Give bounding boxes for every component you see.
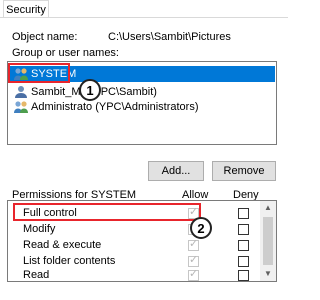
permission-label: Read & execute bbox=[23, 239, 102, 251]
user-item-label: Administrato (YPC\Administrators) bbox=[31, 101, 199, 113]
deny-checkbox[interactable] bbox=[238, 208, 249, 219]
check-icon: ✓ bbox=[189, 268, 199, 280]
permission-label: Modify bbox=[23, 223, 56, 235]
tab-divider bbox=[0, 17, 288, 18]
callout-highlight-2 bbox=[13, 203, 201, 221]
tab-security[interactable]: Security bbox=[3, 0, 49, 18]
callout-badge-1: 1 bbox=[79, 79, 101, 101]
deny-checkbox[interactable] bbox=[238, 270, 249, 281]
allow-checkbox[interactable]: ✓ bbox=[188, 254, 199, 267]
permissions-scrollbar[interactable]: ▲ ▼ bbox=[260, 201, 276, 281]
check-icon: ✓ bbox=[189, 238, 199, 250]
add-button[interactable]: Add... bbox=[148, 161, 204, 181]
permission-label: Read bbox=[23, 269, 50, 281]
deny-checkbox[interactable] bbox=[238, 224, 249, 235]
group-names-label: Group or user names: bbox=[12, 47, 119, 59]
user-icon bbox=[15, 86, 27, 98]
check-icon: ✓ bbox=[189, 254, 199, 266]
object-name-label: Object name: bbox=[12, 31, 78, 43]
deny-checkbox[interactable] bbox=[238, 240, 249, 251]
permission-row-read-execute: Read & execute ✓ bbox=[11, 237, 255, 253]
callout-highlight-1 bbox=[8, 63, 70, 83]
object-name-value: C:\Users\Sambit\Pictures bbox=[108, 31, 231, 43]
scrollbar-thumb[interactable] bbox=[263, 217, 273, 265]
users-icon bbox=[14, 101, 28, 113]
deny-checkbox[interactable] bbox=[238, 256, 249, 267]
remove-button[interactable]: Remove bbox=[212, 161, 276, 181]
callout-badge-2: 2 bbox=[190, 217, 212, 239]
allow-checkbox[interactable]: ✓ bbox=[188, 268, 199, 281]
user-item-sambit[interactable]: Sambit_Ma (YPC\Sambit) bbox=[9, 84, 275, 100]
permission-row-modify: Modify ✓ bbox=[11, 221, 255, 237]
scroll-up-icon[interactable]: ▲ bbox=[260, 201, 276, 215]
allow-checkbox[interactable]: ✓ bbox=[188, 238, 199, 251]
scroll-down-icon[interactable]: ▼ bbox=[260, 267, 276, 281]
permission-row-read: Read ✓ bbox=[11, 267, 255, 281]
user-item-administrators[interactable]: Administrato (YPC\Administrators) bbox=[9, 99, 275, 115]
